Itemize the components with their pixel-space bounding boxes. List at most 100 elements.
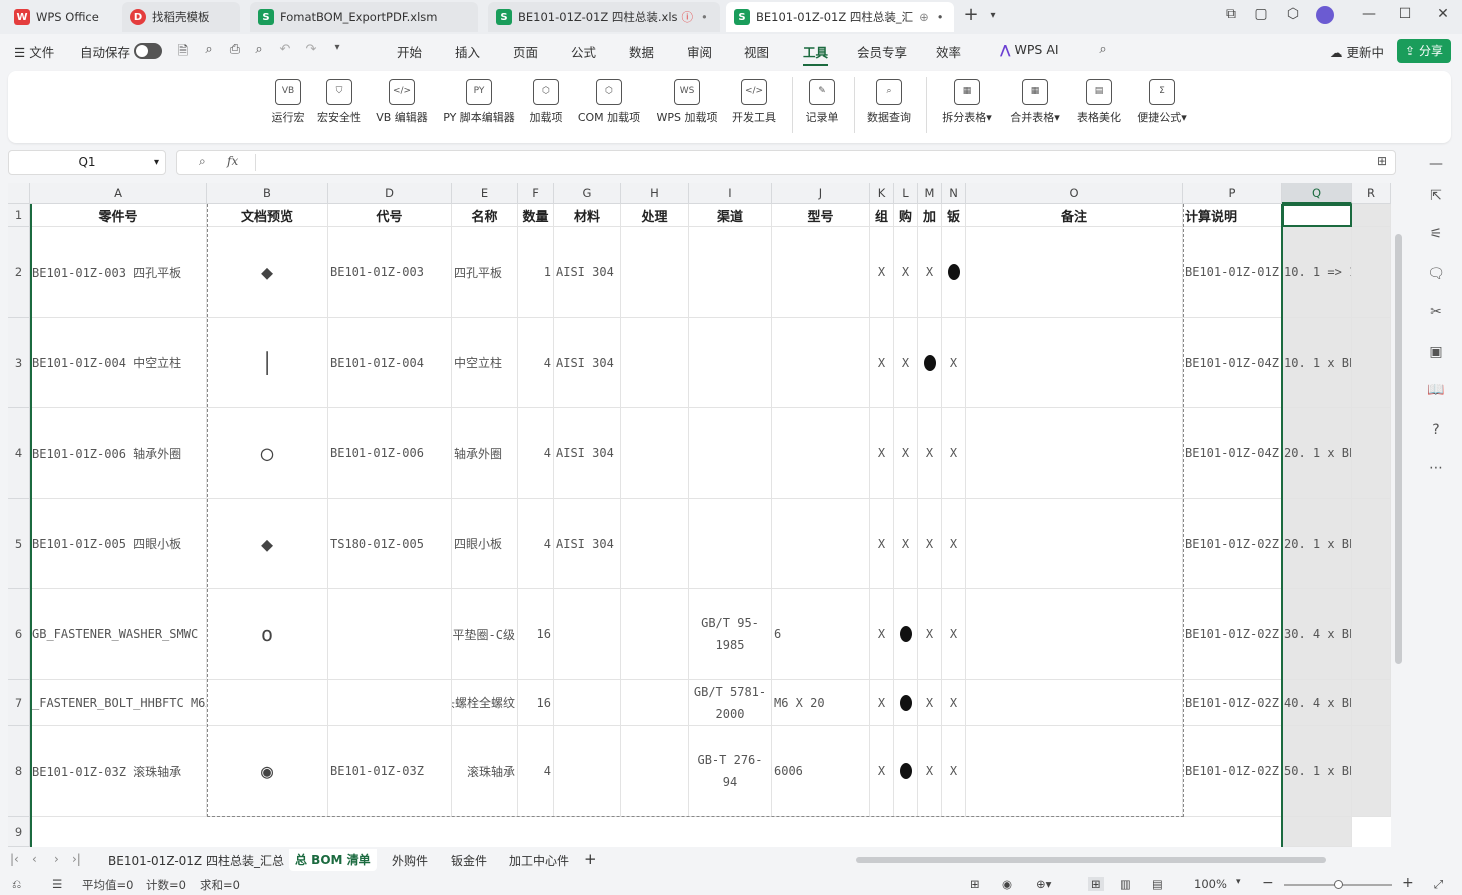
search-icon[interactable]: ⌕ bbox=[1094, 42, 1112, 58]
preview-cell[interactable]: ◆ bbox=[207, 499, 328, 589]
vertical-scrollbar[interactable] bbox=[1392, 204, 1406, 847]
macro-security-button[interactable]: ⛉ 宏安全性 bbox=[314, 79, 364, 125]
header-code[interactable]: 代号 bbox=[328, 204, 452, 227]
assembly-flag-cell[interactable]: X bbox=[870, 318, 894, 408]
unsaved-dot-icon[interactable]: • bbox=[701, 10, 708, 24]
py-editor-button[interactable]: PY PY 脚本编辑器 bbox=[440, 79, 518, 125]
remarks-cell[interactable] bbox=[966, 408, 1183, 499]
part-number-cell[interactable]: BE101-01Z-004 中空立柱 bbox=[30, 318, 207, 408]
treatment-cell[interactable] bbox=[621, 408, 689, 499]
header-sheetmetal[interactable]: 钣 bbox=[942, 204, 966, 227]
machined-flag-cell[interactable]: X bbox=[918, 589, 942, 680]
normal-view-icon[interactable]: ⊞ bbox=[1088, 877, 1104, 891]
expand-formula-icon[interactable]: ⊞ bbox=[1377, 154, 1387, 168]
add-sheet-button[interactable]: + bbox=[584, 850, 597, 868]
name-cell[interactable]: 六角头螺栓全螺纹 bbox=[452, 680, 518, 726]
name-box[interactable]: Q1 ▾ bbox=[8, 150, 166, 175]
name-cell[interactable]: 四孔平板 bbox=[452, 227, 518, 318]
sheetmetal-flag-cell[interactable]: X bbox=[942, 499, 966, 589]
code-cell[interactable]: BE101-01Z-03Z bbox=[328, 726, 452, 817]
unsaved-dot-icon[interactable]: • bbox=[937, 10, 944, 24]
channel-cell[interactable] bbox=[689, 408, 772, 499]
eye-protection-icon[interactable]: ◉ bbox=[1002, 877, 1012, 891]
header-assembly[interactable]: 组 bbox=[870, 204, 894, 227]
quantity-cell[interactable]: 4 bbox=[518, 318, 554, 408]
assembly-flag-cell[interactable]: X bbox=[870, 589, 894, 680]
row-header[interactable]: 1 bbox=[8, 204, 30, 227]
material-cell[interactable]: AISI 304 bbox=[554, 318, 621, 408]
remarks-cell[interactable] bbox=[966, 318, 1183, 408]
tab-be101-summary[interactable]: S BE101-01Z-01Z 四柱总装_汇 ⊕ • bbox=[726, 2, 954, 32]
part-number-cell[interactable]: BE101-01Z-003 四孔平板 bbox=[30, 227, 207, 318]
fx-icon[interactable]: fx bbox=[227, 154, 238, 168]
chevron-down-icon[interactable]: ▾ bbox=[1236, 877, 1241, 887]
channel-cell[interactable]: GB/T 95-1985 bbox=[689, 589, 772, 680]
column-header-g[interactable]: G bbox=[554, 183, 621, 204]
menu-view[interactable]: 视图 bbox=[744, 42, 769, 61]
comment-icon[interactable]: 🗨 bbox=[1425, 266, 1447, 288]
tab-docer[interactable]: D 找稻壳模板 bbox=[122, 2, 240, 32]
column-header-b[interactable]: B bbox=[207, 183, 328, 204]
part-number-cell[interactable]: BE101-01Z-006 轴承外圈 bbox=[30, 408, 207, 499]
zoom-level[interactable]: 100% bbox=[1194, 877, 1227, 891]
select-all-corner[interactable] bbox=[8, 183, 30, 204]
purchase-flag-cell[interactable] bbox=[894, 680, 918, 726]
window-mode-icon[interactable]: ▢ bbox=[1250, 6, 1272, 22]
table-cell[interactable] bbox=[1352, 589, 1391, 680]
machined-flag-cell[interactable]: X bbox=[918, 499, 942, 589]
calc-result-cell[interactable]: 20. 1 x BE101- bbox=[1282, 408, 1352, 499]
model-cell[interactable]: 6006 bbox=[772, 726, 870, 817]
new-tab-button[interactable]: + bbox=[960, 4, 982, 25]
table-cell[interactable] bbox=[1352, 680, 1391, 726]
close-icon[interactable]: ✕ bbox=[1432, 6, 1454, 22]
column-header-i[interactable]: I bbox=[689, 183, 772, 204]
quantity-cell[interactable]: 4 bbox=[518, 499, 554, 589]
zoom-in-icon[interactable]: + bbox=[1402, 875, 1414, 891]
formula-input[interactable]: ⌕ fx ⊞ bbox=[176, 150, 1396, 175]
book-icon[interactable]: 📖 bbox=[1425, 382, 1447, 404]
data-query-button[interactable]: ⌕ 数据查询 bbox=[864, 79, 914, 125]
table-cell[interactable] bbox=[1352, 726, 1391, 817]
channel-cell[interactable] bbox=[689, 227, 772, 318]
calc-note-cell[interactable]: BE101-01Z-04Z bbox=[1183, 408, 1282, 499]
sheet-tab-bom[interactable]: 总 BOM 清单 bbox=[289, 849, 377, 871]
column-header-e[interactable]: E bbox=[452, 183, 518, 204]
assembly-flag-cell[interactable]: X bbox=[870, 680, 894, 726]
table-view-icon[interactable]: ⊞ bbox=[970, 877, 980, 891]
material-cell[interactable] bbox=[554, 726, 621, 817]
channel-cell[interactable] bbox=[689, 318, 772, 408]
undo-icon[interactable]: ↶ bbox=[276, 42, 294, 58]
remarks-cell[interactable] bbox=[966, 589, 1183, 680]
header-machined[interactable]: 加 bbox=[918, 204, 942, 227]
column-header-o[interactable]: O bbox=[966, 183, 1183, 204]
sheetmetal-flag-cell[interactable]: X bbox=[942, 726, 966, 817]
table-cell[interactable] bbox=[1282, 817, 1352, 847]
channel-cell[interactable]: GB-T 276-94 bbox=[689, 726, 772, 817]
purchase-flag-cell[interactable]: X bbox=[894, 408, 918, 499]
list-icon[interactable]: ☰ bbox=[52, 877, 62, 891]
name-cell[interactable]: 中空立柱 bbox=[452, 318, 518, 408]
page-layout-icon[interactable]: ▥ bbox=[1120, 877, 1131, 891]
purchase-flag-cell[interactable]: X bbox=[894, 227, 918, 318]
quantity-cell[interactable]: 4 bbox=[518, 408, 554, 499]
wps-addins-button[interactable]: WS WPS 加载项 bbox=[654, 79, 720, 125]
model-cell[interactable]: 6 bbox=[772, 589, 870, 680]
settings-sliders-icon[interactable]: ⚟ bbox=[1425, 226, 1447, 248]
column-header-m[interactable]: M bbox=[918, 183, 942, 204]
freeze-icon[interactable]: ⊕▾ bbox=[1036, 877, 1051, 891]
selected-cell-q1[interactable] bbox=[1282, 204, 1352, 227]
fullscreen-icon[interactable]: ⤢ bbox=[1434, 877, 1443, 892]
share-button[interactable]: ⇪ 分享 bbox=[1397, 39, 1451, 63]
header-material[interactable]: 材料 bbox=[554, 204, 621, 227]
column-header-h[interactable]: H bbox=[621, 183, 689, 204]
machined-flag-cell[interactable]: X bbox=[918, 408, 942, 499]
header-calc-note[interactable]: 计算说明 bbox=[1183, 204, 1282, 227]
quantity-cell[interactable]: 4 bbox=[518, 726, 554, 817]
column-header-d[interactable]: D bbox=[328, 183, 452, 204]
menu-data[interactable]: 数据 bbox=[629, 42, 654, 61]
record-form-button[interactable]: ✎ 记录单 bbox=[802, 79, 842, 125]
name-cell[interactable]: 轴承外圈 bbox=[452, 408, 518, 499]
maximize-icon[interactable]: ☐ bbox=[1394, 6, 1416, 22]
tools-icon[interactable]: ✂ bbox=[1425, 304, 1447, 326]
menu-insert[interactable]: 插入 bbox=[455, 42, 480, 61]
